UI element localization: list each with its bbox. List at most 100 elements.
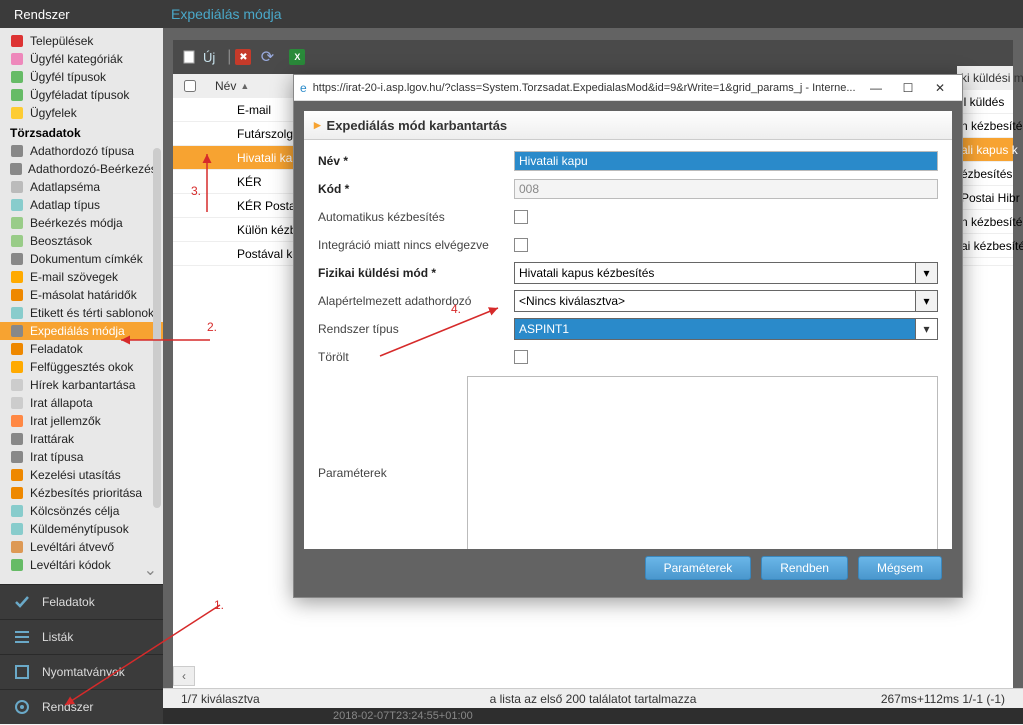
grid-col-name[interactable]: Név▲ <box>207 79 307 93</box>
button-megsem[interactable]: Mégsem <box>858 556 942 580</box>
select-rendszer[interactable]: ASPINT1 ▾ <box>514 318 938 340</box>
grid-scroll-left-button[interactable]: ‹ <box>173 666 195 686</box>
sidebar-item[interactable]: Ügyféladat típusok <box>0 86 163 104</box>
grid-footer: 1/7 kiválasztva a lista az első 200 talá… <box>163 688 1023 708</box>
input-nev[interactable] <box>514 151 938 171</box>
sidebar-item[interactable]: Adathordozó-Beérkezés <box>0 160 163 178</box>
toolbar-new-button[interactable]: Új <box>203 50 215 65</box>
form-title: Expediálás mód karbantartás <box>304 111 952 140</box>
sidebar-item[interactable]: E-mail szövegek <box>0 268 163 286</box>
chevron-down-icon: ▾ <box>915 319 937 339</box>
label-fizikai: Fizikai küldési mód * <box>318 266 514 280</box>
checkbox-torolt[interactable] <box>514 350 528 364</box>
bottom-nav-item[interactable]: Feladatok <box>0 584 163 619</box>
button-rendben[interactable]: Rendben <box>761 556 848 580</box>
sidebar-item-label: Hírek karbantartása <box>30 378 135 392</box>
cell-right: Postai Hibr <box>957 186 1013 210</box>
sidebar-item[interactable]: Dokumentum címkék <box>0 250 163 268</box>
sidebar-item[interactable]: Irattárak <box>0 430 163 448</box>
excel-export-button[interactable]: X <box>289 49 305 65</box>
sidebar-item[interactable]: Adatlap típus <box>0 196 163 214</box>
menu-item-icon <box>10 558 24 572</box>
sidebar-item[interactable]: Expediálás módja <box>0 322 163 340</box>
menu-item-icon <box>10 522 24 536</box>
sidebar-item-label: Adatlap típus <box>30 198 100 212</box>
popup-titlebar[interactable]: e https://irat-20-i.asp.lgov.hu/?class=S… <box>294 75 962 101</box>
chevron-down-icon: ▾ <box>915 291 937 311</box>
popup-close-button[interactable]: ✕ <box>924 77 956 99</box>
sidebar-item[interactable]: Levéltári kódok <box>0 556 163 574</box>
button-parameterek[interactable]: Paraméterek <box>645 556 752 580</box>
sidebar-item[interactable]: Küldeménytípusok <box>0 520 163 538</box>
bottom-nav-item[interactable]: Nyomtatványok <box>0 654 163 689</box>
sidebar-item[interactable]: Adathordozó típusa <box>0 142 163 160</box>
select-fizikai[interactable]: Hivatali kapus kézbesítés ▾ <box>514 262 938 284</box>
menu-item-icon <box>10 52 24 66</box>
label-nev: Név * <box>318 154 514 168</box>
sidebar-item-label: Ügyféladat típusok <box>30 88 129 102</box>
popup-body: Expediálás mód karbantartás Név * Kód * … <box>294 101 962 597</box>
menu-item-icon <box>10 450 24 464</box>
sidebar-item-label: Kezelési utasítás <box>30 468 121 482</box>
sidebar-item[interactable]: Felfüggesztés okok <box>0 358 163 376</box>
bottom-nav-item[interactable]: Rendszer <box>0 689 163 724</box>
cell-name: Hivatali kapu <box>207 151 306 165</box>
sidebar-item[interactable]: Etikett és térti sablonok <box>0 304 163 322</box>
sidebar-item[interactable]: Kölcsönzés célja <box>0 502 163 520</box>
popup-maximize-button[interactable]: ☐ <box>892 77 924 99</box>
sidebar-item[interactable]: Irat típusa <box>0 448 163 466</box>
sidebar-item-label: Adathordozó-Beérkezés <box>28 162 157 176</box>
menu-item-icon <box>10 540 24 554</box>
scrollbar[interactable] <box>153 148 161 508</box>
sidebar-item[interactable]: Feladatok <box>0 340 163 358</box>
sidebar-item-label: Adatlapséma <box>30 180 100 194</box>
chevron-down-icon[interactable]: ⌄ <box>144 560 157 580</box>
sidebar-item[interactable]: Kezelési utasítás <box>0 466 163 484</box>
bottom-nav-label: Rendszer <box>42 700 93 714</box>
ie-favicon-icon: e <box>300 81 307 95</box>
sidebar-item[interactable]: Hírek karbantartása <box>0 376 163 394</box>
annotation-3: 3. <box>191 184 201 198</box>
annotation-4: 4. <box>451 302 461 316</box>
sidebar-item-label: Irat jellemzők <box>30 414 101 428</box>
input-kod[interactable] <box>514 179 938 199</box>
cell-right: n kézbesíté <box>957 114 1013 138</box>
sidebar-item[interactable]: Irat állapota <box>0 394 163 412</box>
sidebar-item-label: E-másolat határidők <box>30 288 137 302</box>
cell-right: il küldés <box>957 90 1013 114</box>
checkbox-autokezb[interactable] <box>514 210 528 224</box>
sidebar-item[interactable]: Ügyfél típusok <box>0 68 163 86</box>
menu-item-icon <box>10 70 24 84</box>
menu-item-icon <box>10 270 24 284</box>
bottom-nav-item[interactable]: Listák <box>0 619 163 654</box>
grid-toolbar: Új | ✖ ⟳ X <box>173 40 1013 74</box>
label-torolt: Törölt <box>318 350 514 364</box>
cell-name: Futárszolgál. <box>207 127 306 141</box>
sidebar-item-label: Ügyfél kategóriák <box>30 52 123 66</box>
menu-item-icon <box>10 432 24 446</box>
sidebar-item[interactable]: Irat jellemzők <box>0 412 163 430</box>
toolbar-delete-button[interactable]: ✖ <box>235 49 251 65</box>
sidebar-item[interactable]: Adatlapséma <box>0 178 163 196</box>
sidebar-item[interactable]: Beosztások <box>0 232 163 250</box>
grid-select-all[interactable] <box>173 80 207 92</box>
sidebar-item[interactable]: Beérkezés módja <box>0 214 163 232</box>
textarea-param[interactable] <box>467 376 938 549</box>
sidebar-item[interactable]: Ügyfél kategóriák <box>0 50 163 68</box>
sidebar-item-label: Ügyfelek <box>30 106 77 120</box>
grid-col-right[interactable]: ki küldési m <box>957 66 1013 90</box>
grid-selection-status: 1/7 kiválasztva <box>163 692 260 706</box>
checkbox-integracio[interactable] <box>514 238 528 252</box>
sidebar-item[interactable]: E-másolat határidők <box>0 286 163 304</box>
sidebar-item[interactable]: Levéltári átvevő <box>0 538 163 556</box>
cell-right: ai kézbesíté <box>957 234 1013 258</box>
sidebar-item[interactable]: Ügyfelek <box>0 104 163 122</box>
popup-minimize-button[interactable]: — <box>860 77 892 99</box>
sidebar-item[interactable]: Települések <box>0 32 163 50</box>
select-alap[interactable]: <Nincs kiválasztva> ▾ <box>514 290 938 312</box>
sidebar-item[interactable]: Kézbesítés prioritása <box>0 484 163 502</box>
menu-item-icon <box>10 486 24 500</box>
menu-item-icon <box>10 216 24 230</box>
refresh-icon[interactable]: ⟳ <box>259 49 275 65</box>
cell-name: Postával kéz <box>207 247 305 261</box>
